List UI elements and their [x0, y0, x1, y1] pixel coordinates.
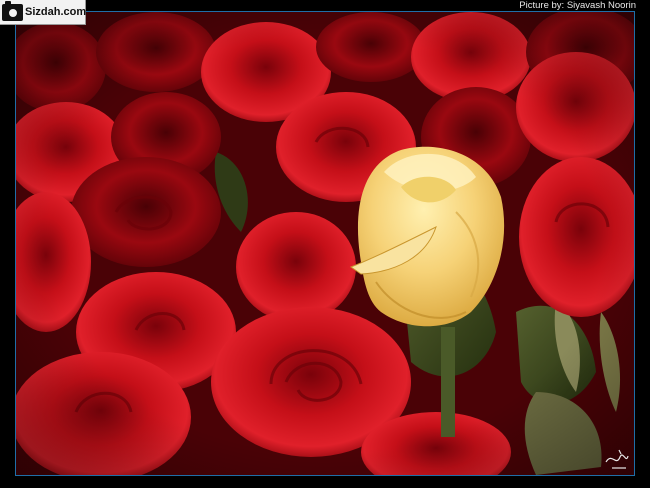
rose-bouquet-photo: [16, 12, 634, 475]
site-name: Sizdah.com: [25, 6, 87, 18]
site-watermark: Sizdah.com: [0, 0, 86, 25]
photo-credit: Picture by: Siyavash Noorin: [519, 0, 636, 11]
rose-photo: [15, 11, 635, 476]
camera-icon: [2, 0, 23, 21]
picture-frame: Sizdah.com Picture by: Siyavash Noorin: [0, 0, 650, 488]
